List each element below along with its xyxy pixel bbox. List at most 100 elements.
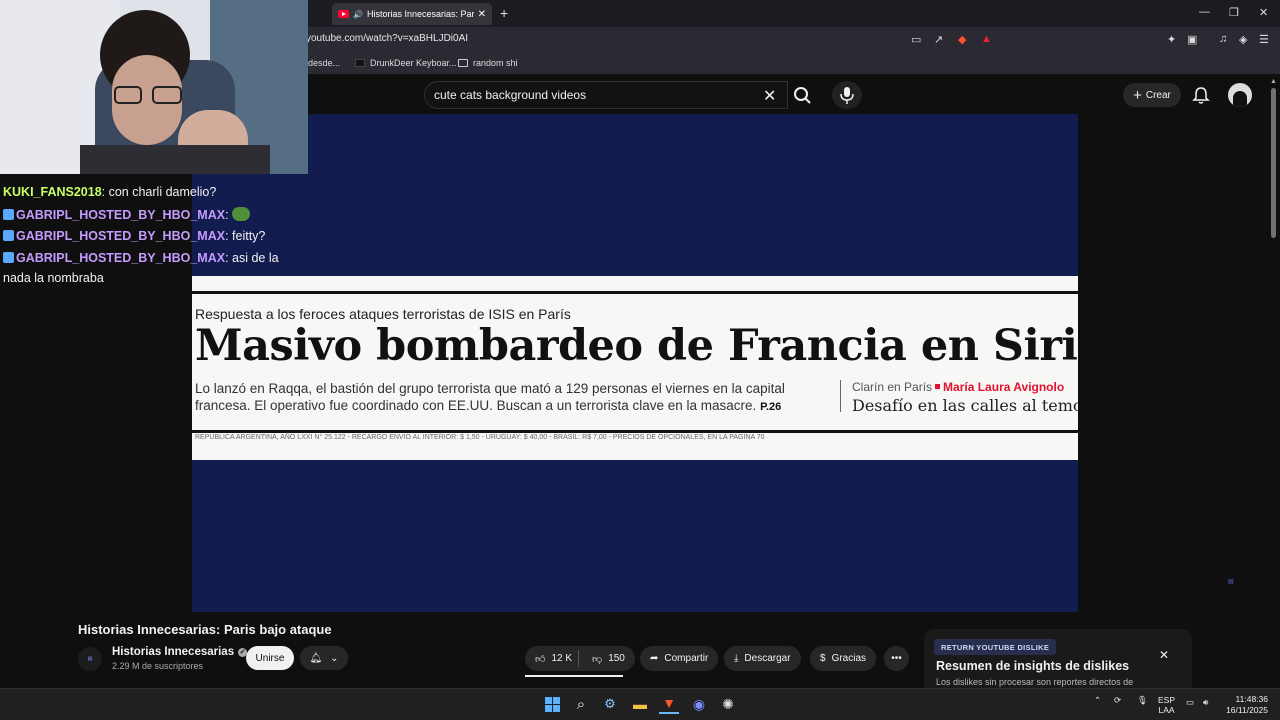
chat-message: GABRIPL_HOSTED_BY_HBO_MAX:: [3, 207, 251, 222]
rewards-icon[interactable]: ▲: [981, 33, 992, 45]
channel-watermark-icon[interactable]: ▤: [1228, 578, 1252, 590]
file-explorer-icon[interactable]: ▬: [630, 694, 650, 714]
video-title: Historias Innecesarias: Paris bajo ataqu…: [78, 622, 332, 637]
close-window-icon[interactable]: ✕: [1259, 6, 1268, 19]
volume-icon[interactable]: 🔊︎: [1203, 697, 1208, 707]
clear-search-icon[interactable]: ✕: [763, 86, 776, 106]
brave-shield-icon[interactable]: ◆: [958, 33, 966, 46]
bookmark-folder[interactable]: random shi: [458, 58, 518, 68]
channel-name[interactable]: Historias Innecesarias ✓: [112, 646, 248, 658]
menu-icon[interactable]: ☰: [1259, 33, 1269, 46]
create-button[interactable]: + Crear: [1123, 83, 1181, 107]
download-button[interactable]: ⤓ Descargar: [724, 646, 801, 671]
subscriber-count: 2.29 M de suscriptores: [112, 661, 204, 671]
subscriber-badge-icon: [3, 230, 14, 241]
vpn-icon[interactable]: ◈: [1239, 33, 1247, 46]
newspaper-byline: Clarín en París María Laura Avignolo: [852, 380, 1065, 394]
share-icon: ➦: [650, 653, 659, 664]
webcam-overlay: [0, 0, 308, 174]
windows-logo-icon: [544, 696, 560, 712]
share-page-icon[interactable]: ↗: [934, 33, 943, 46]
speaker-icon[interactable]: 🔊: [353, 10, 363, 19]
language-indicator[interactable]: ESP LAA: [1158, 695, 1175, 715]
channel-avatar[interactable]: ▤: [78, 647, 102, 671]
bookmark-1[interactable]: desde...: [308, 58, 340, 68]
page-reference: P.26: [760, 401, 782, 413]
ryd-badge: RETURN YOUTUBE DISLIKE: [934, 639, 1057, 655]
chat-message: KUKI_FANS2018: con charli damelio?: [3, 185, 217, 199]
like-button[interactable]: 👍︎ 12 K: [535, 653, 572, 665]
page-scrollbar[interactable]: [1271, 88, 1276, 238]
more-actions-button[interactable]: •••: [884, 646, 909, 671]
search-icon[interactable]: [788, 81, 818, 109]
subscriber-badge-icon: [3, 252, 14, 263]
account-avatar[interactable]: [1228, 83, 1252, 107]
microphone-icon[interactable]: [832, 81, 862, 109]
brave-browser-icon[interactable]: ▼: [659, 694, 679, 714]
divider: [192, 430, 1078, 433]
folder-icon: [458, 59, 468, 67]
super-thanks-icon: $: [820, 653, 826, 664]
notifications-bell-icon[interactable]: [1190, 84, 1212, 106]
tray-mic-icon[interactable]: 🎙︎: [1137, 695, 1148, 705]
like-divider: [578, 650, 579, 667]
browser-tab-active[interactable]: 🔊 Historias Innecesarias: Paris bajo ata…: [332, 3, 492, 25]
video-player[interactable]: Respuesta a los feroces ataques terroris…: [192, 114, 1078, 612]
download-icon: ⤓: [734, 653, 739, 664]
bullet-icon: [935, 384, 941, 389]
search-query: cute cats background videos: [434, 88, 587, 102]
subscriber-badge-icon: [3, 209, 14, 220]
like-ratio-bar: [525, 675, 623, 677]
bookmark-favicon-icon: [355, 59, 365, 67]
ryd-text: Los dislikes sin procesar son reportes d…: [936, 677, 1134, 687]
like-dislike-group: 👍︎ 12 K 👎︎ 150: [525, 646, 635, 671]
tray-overflow-icon[interactable]: ⌃: [1094, 695, 1101, 705]
restore-icon[interactable]: ❐: [1229, 6, 1239, 19]
dislike-button[interactable]: 👎︎ 150: [592, 653, 625, 665]
chat-message-wrap: nada la nombraba: [3, 271, 104, 285]
bell-icon: 🔔︎: [309, 652, 323, 664]
media-icon[interactable]: ♫: [1219, 33, 1227, 45]
chat-message: GABRIPL_HOSTED_BY_HBO_MAX: feitty?: [3, 229, 265, 243]
chevron-down-icon: ⌄: [330, 652, 339, 664]
chat-message: GABRIPL_HOSTED_BY_HBO_MAX: asi de la: [3, 251, 279, 265]
network-icon[interactable]: ▭: [1186, 697, 1194, 707]
divider: [840, 380, 841, 412]
screen: { "browser": { "tab_title": "Historias I…: [0, 0, 1280, 720]
divider: [192, 291, 1078, 294]
more-icon: •••: [891, 653, 902, 664]
newspaper-subhead: Lo lanzó en Raqqa, el bastión del grupo …: [195, 381, 785, 413]
thanks-button[interactable]: $ Gracias: [810, 646, 877, 671]
join-button[interactable]: Unirse: [246, 646, 294, 670]
app-icon[interactable]: ✺: [718, 694, 738, 714]
subscription-bell-button[interactable]: 🔔︎ ⌄: [300, 646, 348, 670]
cast-icon[interactable]: ▭: [911, 33, 921, 46]
youtube-favicon-icon: [338, 10, 349, 18]
taskbar-search-icon[interactable]: ⌕: [571, 694, 591, 714]
scroll-up-icon[interactable]: ▲: [1270, 78, 1277, 85]
new-tab-button[interactable]: +: [500, 5, 508, 21]
minimize-icon[interactable]: —: [1199, 6, 1210, 18]
tray-sync-icon[interactable]: ⟳: [1114, 695, 1121, 705]
steam-icon[interactable]: ⚙: [600, 694, 620, 714]
start-button[interactable]: [542, 694, 562, 714]
close-tab-icon[interactable]: ✕: [478, 9, 486, 20]
sidebar-icon[interactable]: ▣: [1187, 33, 1197, 46]
newspaper-column-title: Desafío en las calles al temor: [852, 396, 1078, 415]
address-bar[interactable]: youtube.com/watch?v=xaBHLJDi0AI: [306, 33, 468, 44]
pepe-emote-icon: [232, 207, 251, 221]
newspaper-headline: Masivo bombardeo de Francia en Siria: [195, 321, 1078, 371]
thumbs-down-icon: 👎︎: [592, 653, 603, 665]
tab-title: Historias Innecesarias: Paris bajo ataqu…: [366, 9, 474, 19]
thumbs-up-icon: 👍︎: [535, 653, 546, 665]
extensions-icon[interactable]: ✦: [1167, 33, 1176, 46]
close-icon[interactable]: ✕: [1159, 648, 1169, 662]
plus-icon: +: [1133, 86, 1142, 104]
newspaper-edition-line: REPUBLICA ARGENTINA, AÑO LXXI N° 25.122 …: [195, 434, 765, 441]
share-button[interactable]: ➦ Compartir: [640, 646, 719, 671]
bookmark-2[interactable]: DrunkDeer Keyboar...: [355, 58, 457, 68]
ryd-title: Resumen de insights de dislikes: [936, 659, 1130, 673]
clock[interactable]: 11:48:36 16/11/2025: [1224, 694, 1268, 716]
newspaper-kicker: Respuesta a los feroces ataques terroris…: [195, 306, 571, 322]
discord-icon[interactable]: ◉: [689, 694, 709, 714]
